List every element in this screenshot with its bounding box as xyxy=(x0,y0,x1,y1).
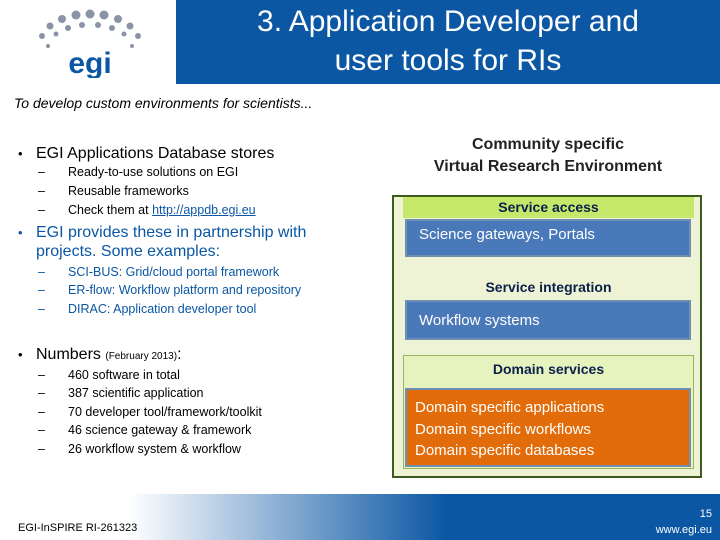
slide-title: 3. Application Developer and user tools … xyxy=(176,2,720,80)
domain-item: Domain specific applications xyxy=(415,399,605,416)
project-id: EGI-InSPIRE RI-261323 xyxy=(18,522,138,534)
intro-text: To develop custom environments for scien… xyxy=(14,95,313,111)
sub-item: – 46 science gateway & framework xyxy=(38,421,251,440)
site-url[interactable]: www.egi.eu xyxy=(656,524,712,536)
sub-item: – 460 software in total xyxy=(38,366,180,385)
title-line-2: user tools for RIs xyxy=(334,44,562,77)
bullet-text: EGI Applications Database stores xyxy=(36,145,275,162)
dash-icon: – xyxy=(38,368,45,382)
bullet-appdb: • EGI Applications Database stores xyxy=(18,144,274,163)
dash-icon: – xyxy=(38,283,45,297)
sub-item: – ER-flow: Workflow platform and reposit… xyxy=(38,281,301,300)
workflow-box: Workflow systems xyxy=(405,300,691,340)
sub-item: – 26 workflow system & workflow xyxy=(38,440,241,459)
sub-item: – Reusable frameworks xyxy=(38,182,189,201)
sub-item: – 70 developer tool/framework/toolkit xyxy=(38,403,262,422)
bullet-icon: • xyxy=(18,146,23,161)
domain-item: Domain specific workflows xyxy=(415,420,591,438)
bullet-numbers: • Numbers (February 2013): xyxy=(18,346,182,363)
domain-services-label: Domain services xyxy=(492,361,605,377)
bullet-icon: • xyxy=(18,347,23,362)
sub-item: – SCI-BUS: Grid/cloud portal framework xyxy=(38,263,279,282)
sub-item: – DIRAC: Application developer tool xyxy=(38,300,256,319)
dash-icon: – xyxy=(38,386,45,400)
dash-icon: – xyxy=(38,442,45,456)
dash-icon: – xyxy=(38,165,45,179)
bullet-icon: • xyxy=(18,225,23,240)
dash-icon: – xyxy=(38,423,45,437)
appdb-link[interactable]: http://appdb.egi.eu xyxy=(152,203,256,217)
bullet-text: EGI provides these in partnership with p… xyxy=(36,224,307,260)
sub-item: – 387 scientific application xyxy=(38,384,204,403)
egi-logo: egi xyxy=(39,9,141,78)
domain-box: Domain specific applications Domain spec… xyxy=(405,388,691,467)
dash-icon: – xyxy=(38,184,45,198)
dash-icon: – xyxy=(38,405,45,419)
service-access-label: Service access xyxy=(498,199,599,215)
dash-icon: – xyxy=(38,203,45,217)
vre-title: Community specific Virtual Research Envi… xyxy=(433,136,663,175)
page-number: 15 xyxy=(699,508,712,520)
dash-icon: – xyxy=(38,302,45,316)
sub-item: – Check them at http://appdb.egi.eu xyxy=(38,201,256,220)
dash-icon: – xyxy=(38,265,45,279)
domain-item: Domain specific databases xyxy=(415,442,595,459)
slide-header: egi 3. Application Developer and user to… xyxy=(0,0,720,84)
title-line-1: 3. Application Developer and xyxy=(257,5,639,38)
svg-text:egi: egi xyxy=(68,47,111,78)
gateways-box: Science gateways, Portals xyxy=(405,219,691,257)
sub-item: – Ready-to-use solutions on EGI xyxy=(38,163,238,182)
bullet-partnership: • EGI provides these in partnership with… xyxy=(18,223,358,261)
service-integration-label: Service integration xyxy=(485,279,612,295)
